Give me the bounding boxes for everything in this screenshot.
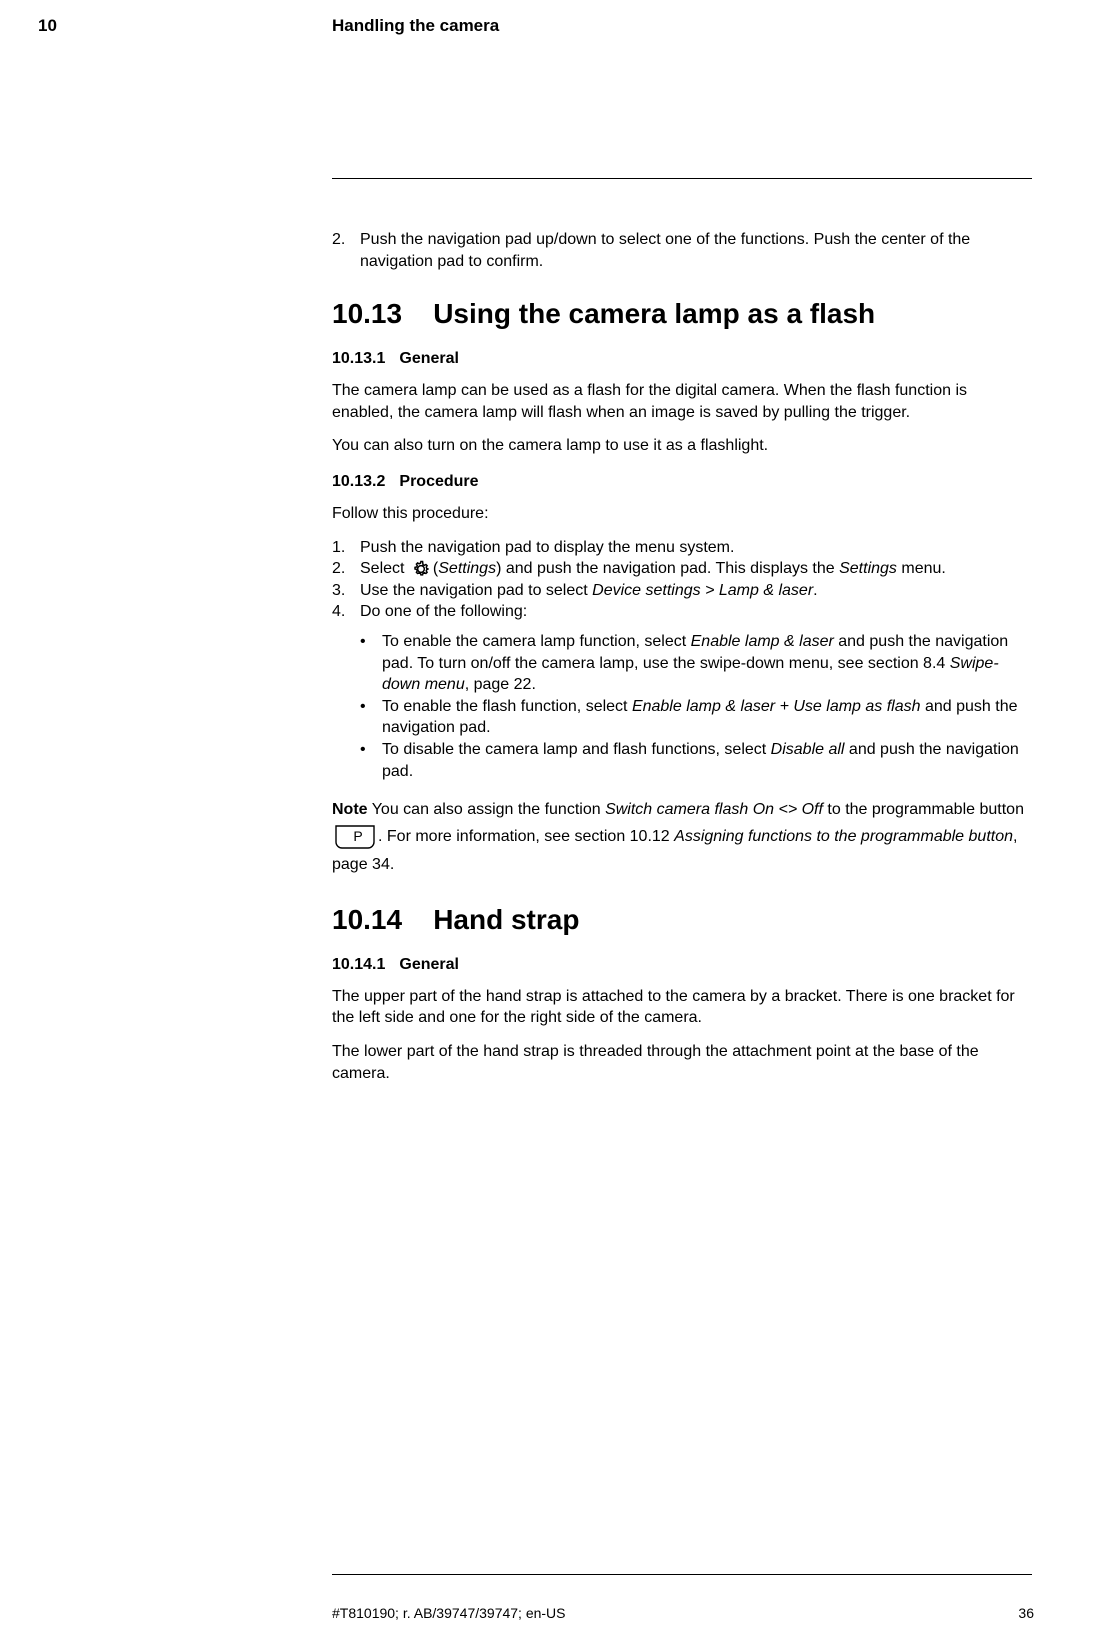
programmable-button-icon: P: [332, 823, 378, 850]
step-2: 2. Select (Settings) and push the naviga…: [332, 558, 1032, 580]
subsection-title: General: [399, 350, 459, 367]
text: To enable the flash function, select: [382, 698, 632, 715]
chapter-number: 10: [38, 16, 57, 36]
step-1: 1. Push the navigation pad to display th…: [332, 537, 1032, 559]
text-italic: Device settings > Lamp & laser: [592, 582, 813, 599]
gear-icon: [411, 558, 431, 580]
footer-page-number: 36: [1018, 1605, 1034, 1621]
paragraph: You can also turn on the camera lamp to …: [332, 435, 1032, 457]
sub-bullets: • To enable the camera lamp function, se…: [360, 631, 1032, 782]
text-italic: Enable lamp & laser: [691, 633, 834, 650]
bullet-dot: •: [360, 631, 382, 696]
text: to the programmable button: [823, 801, 1024, 818]
bullet-item: • To enable the camera lamp function, se…: [360, 631, 1032, 696]
subsection-title: Procedure: [399, 473, 478, 490]
section-title: Hand strap: [433, 904, 579, 935]
list-number: 2.: [332, 558, 360, 580]
paragraph: The lower part of the hand strap is thre…: [332, 1041, 1032, 1084]
step-4: 4. Do one of the following:: [332, 601, 1032, 623]
text: To enable the camera lamp function, sele…: [382, 633, 691, 650]
text: Use the navigation pad to select: [360, 582, 592, 599]
list-number: 4.: [332, 601, 360, 623]
text: menu.: [897, 560, 946, 577]
list-text: Select (Settings) and push the navigatio…: [360, 558, 1032, 580]
bullet-text: To enable the camera lamp function, sele…: [382, 631, 1032, 696]
note-label: Note: [332, 801, 368, 818]
text: ) and push the navigation pad. This disp…: [496, 560, 839, 577]
text-italic: Disable all: [771, 741, 845, 758]
list-number: 2.: [332, 229, 360, 272]
svg-text:P: P: [353, 828, 362, 844]
list-number: 1.: [332, 537, 360, 559]
text: , page 22.: [465, 676, 536, 693]
bullet-text: To enable the flash function, select Ena…: [382, 696, 1032, 739]
note-paragraph: Note You can also assign the function Sw…: [332, 796, 1032, 878]
text-italic: Settings: [438, 560, 496, 577]
subsection-heading-10-13-1: 10.13.1 General: [332, 350, 1032, 368]
footer-doc-id: #T810190; r. AB/39747/39747; en-US: [332, 1605, 566, 1621]
list-text: Push the navigation pad up/down to selec…: [360, 229, 1032, 272]
section-number: 10.13: [332, 298, 402, 329]
subsection-number: 10.13.1: [332, 350, 385, 368]
text-italic: Assigning functions to the programmable …: [674, 828, 1013, 845]
divider-top: [332, 178, 1032, 179]
list-text: Push the navigation pad to display the m…: [360, 537, 1032, 559]
subsection-heading-10-13-2: 10.13.2 Procedure: [332, 473, 1032, 491]
text: You can also assign the function: [368, 801, 606, 818]
text: .: [813, 582, 817, 599]
subsection-number: 10.13.2: [332, 473, 385, 491]
list-text: Use the navigation pad to select Device …: [360, 580, 1032, 602]
text-italic: Settings: [839, 560, 897, 577]
text: To disable the camera lamp and flash fun…: [382, 741, 771, 758]
text: Select: [360, 560, 409, 577]
section-heading-10-14: 10.14 Hand strap: [332, 904, 1032, 936]
continued-ordered-list: 2. Push the navigation pad up/down to se…: [332, 229, 1032, 272]
list-number: 3.: [332, 580, 360, 602]
list-text: Do one of the following:: [360, 601, 1032, 623]
paragraph: The upper part of the hand strap is atta…: [332, 986, 1032, 1029]
page-content: 2. Push the navigation pad up/down to se…: [332, 178, 1032, 1096]
procedure-lead: Follow this procedure:: [332, 503, 1032, 525]
chapter-title: Handling the camera: [332, 16, 499, 36]
paragraph: The camera lamp can be used as a flash f…: [332, 380, 1032, 423]
subsection-heading-10-14-1: 10.14.1 General: [332, 956, 1032, 974]
bullet-text: To disable the camera lamp and flash fun…: [382, 739, 1032, 782]
bullet-item: • To enable the flash function, select E…: [360, 696, 1032, 739]
subsection-title: General: [399, 956, 459, 973]
section-number: 10.14: [332, 904, 402, 935]
list-item-2: 2. Push the navigation pad up/down to se…: [332, 229, 1032, 272]
bullet-dot: •: [360, 739, 382, 782]
text-italic: Switch camera flash On <> Off: [605, 801, 823, 818]
section-title: Using the camera lamp as a flash: [433, 298, 875, 329]
procedure-list: 1. Push the navigation pad to display th…: [332, 537, 1032, 623]
text-italic: Enable lamp & laser + Use lamp as flash: [632, 698, 921, 715]
text: . For more information, see section 10.1…: [378, 828, 674, 845]
section-heading-10-13: 10.13 Using the camera lamp as a flash: [332, 298, 1032, 330]
bullet-item: • To disable the camera lamp and flash f…: [360, 739, 1032, 782]
divider-bottom: [332, 1574, 1032, 1575]
subsection-number: 10.14.1: [332, 956, 385, 974]
step-3: 3. Use the navigation pad to select Devi…: [332, 580, 1032, 602]
bullet-dot: •: [360, 696, 382, 739]
